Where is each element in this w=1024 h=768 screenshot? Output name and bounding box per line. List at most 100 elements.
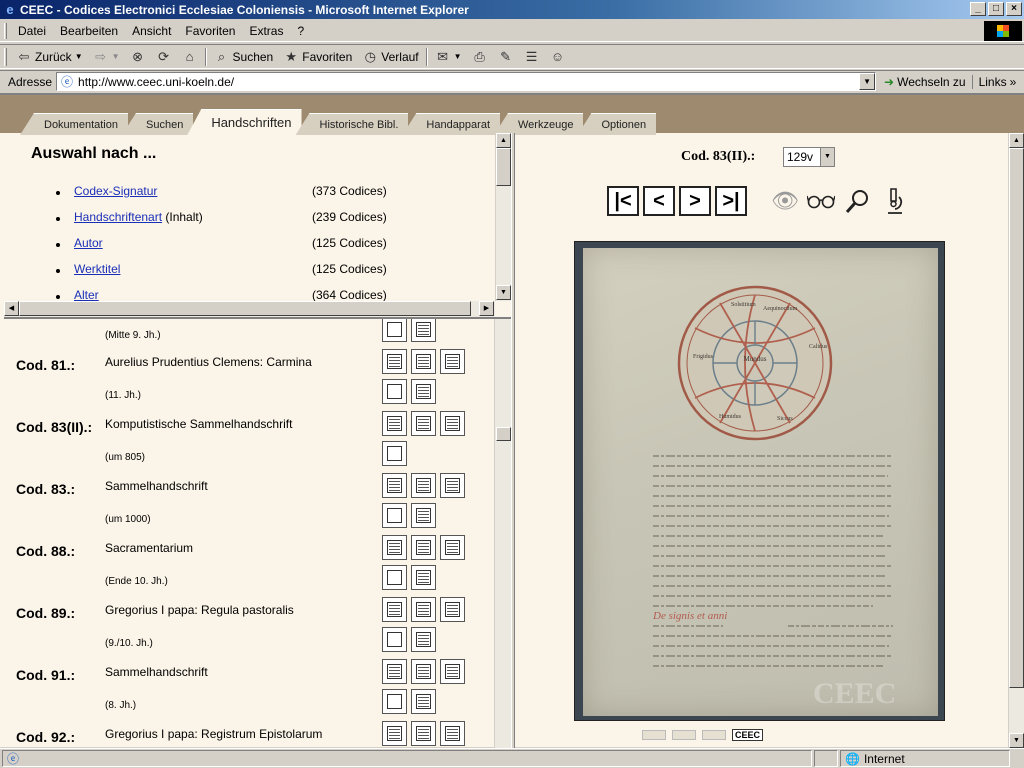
forward-dropdown-icon[interactable]: ▼ [112, 52, 120, 61]
tab-optionen[interactable]: Optionen [577, 113, 657, 135]
description-icon[interactable] [382, 689, 407, 714]
thumbnail[interactable] [702, 730, 726, 740]
transcription-icon[interactable] [411, 349, 436, 374]
messenger-button[interactable]: ☺ [545, 46, 571, 68]
transcription-icon[interactable] [411, 411, 436, 436]
tab-historische-bibl[interactable]: Historische Bibl. [295, 113, 409, 135]
transcription-icon[interactable] [411, 659, 436, 684]
refresh-button[interactable]: ⟳ [151, 46, 177, 68]
scroll-right-button[interactable]: ▶ [479, 301, 494, 316]
text-icon[interactable] [411, 627, 436, 652]
tab-suchen[interactable]: Suchen [122, 113, 194, 135]
menu-bearbeiten[interactable]: Bearbeiten [53, 22, 125, 40]
address-field[interactable]: ⓔ ▼ [56, 72, 877, 91]
next-page-button[interactable]: > [679, 186, 711, 216]
thumbnail[interactable] [672, 730, 696, 740]
transcription-icon[interactable] [411, 597, 436, 622]
scroll-thumb[interactable] [1009, 148, 1024, 688]
frame-splitter[interactable] [511, 133, 515, 749]
literature-icon[interactable] [440, 597, 465, 622]
transcription-icon[interactable] [411, 473, 436, 498]
literature-icon[interactable] [440, 535, 465, 560]
tab-dokumentation[interactable]: Dokumentation [20, 113, 128, 135]
literature-icon[interactable] [440, 411, 465, 436]
go-button[interactable]: ➜ Wechseln zu [876, 75, 972, 89]
catalog-icon[interactable] [382, 535, 407, 560]
address-dropdown-icon[interactable]: ▼ [859, 73, 876, 90]
mail-dropdown-icon[interactable]: ▼ [454, 52, 462, 61]
reading-glasses-icon[interactable] [806, 186, 836, 216]
scroll-thumb[interactable] [496, 148, 511, 186]
menu-ansicht[interactable]: Ansicht [125, 22, 178, 40]
link-alter[interactable]: Alter [74, 288, 99, 301]
menu-help[interactable]: ? [290, 22, 311, 40]
description-icon[interactable] [382, 565, 407, 590]
selection-scrollbar[interactable]: ▲ ▼ [495, 133, 511, 301]
manuscript-image[interactable]: Mundus Solstitium Aequinoctium Calidus F… [574, 241, 945, 721]
thumbnail[interactable] [642, 730, 666, 740]
link-handschriftenart[interactable]: Handschriftenart [74, 210, 162, 224]
last-page-button[interactable]: >| [715, 186, 747, 216]
catalog-icon[interactable] [382, 473, 407, 498]
tab-werkzeuge[interactable]: Werkzeuge [494, 113, 584, 135]
literature-icon[interactable] [440, 721, 465, 746]
edit-button[interactable]: ✎ [493, 46, 519, 68]
menu-favoriten[interactable]: Favoriten [178, 22, 242, 40]
forward-button[interactable]: ⇨ ▼ [88, 46, 125, 68]
codex-list-scrollbar[interactable] [494, 319, 511, 749]
literature-icon[interactable] [440, 349, 465, 374]
description-icon[interactable] [382, 503, 407, 528]
text-icon[interactable] [411, 379, 436, 404]
scroll-thumb[interactable] [496, 427, 511, 441]
link-werktitel[interactable]: Werktitel [74, 262, 120, 276]
stop-button[interactable]: ⊗ [125, 46, 151, 68]
magnifier-icon[interactable] [843, 186, 873, 216]
menu-extras[interactable]: Extras [242, 22, 290, 40]
history-button[interactable]: ◷ Verlauf [357, 46, 423, 68]
scroll-hthumb[interactable] [19, 301, 471, 316]
tab-handapparat[interactable]: Handapparat [402, 113, 500, 135]
literature-icon[interactable] [440, 473, 465, 498]
first-page-button[interactable]: |< [607, 186, 639, 216]
menu-datei[interactable]: Datei [11, 22, 53, 40]
tab-handschriften[interactable]: Handschriften [187, 109, 302, 135]
links-button[interactable]: Links » [971, 74, 1023, 89]
search-button[interactable]: ⌕ Suchen [209, 46, 279, 68]
description-icon[interactable] [382, 319, 407, 342]
back-dropdown-icon[interactable]: ▼ [75, 52, 83, 61]
catalog-icon[interactable] [382, 349, 407, 374]
back-button[interactable]: ⇦ Zurück ▼ [11, 46, 88, 68]
scroll-up-button[interactable]: ▲ [1009, 133, 1024, 148]
viewer-scrollbar[interactable]: ▲ ▼ [1008, 133, 1024, 749]
description-icon[interactable] [382, 379, 407, 404]
catalog-icon[interactable] [382, 411, 407, 436]
home-button[interactable]: ⌂ [177, 46, 203, 68]
view-eye-icon[interactable]: 👁 [770, 186, 800, 216]
discuss-button[interactable]: ☰ [519, 46, 545, 68]
catalog-icon[interactable] [382, 597, 407, 622]
scroll-left-button[interactable]: ◀ [4, 301, 19, 316]
previous-page-button[interactable]: < [643, 186, 675, 216]
catalog-icon[interactable] [382, 721, 407, 746]
favorites-button[interactable]: ★ Favoriten [278, 46, 357, 68]
text-icon[interactable] [411, 503, 436, 528]
catalog-icon[interactable] [382, 659, 407, 684]
print-button[interactable]: ⎙ [467, 46, 493, 68]
scroll-down-button[interactable]: ▼ [496, 285, 511, 300]
close-button[interactable]: × [1006, 2, 1022, 16]
address-input[interactable] [78, 74, 839, 89]
minimize-button[interactable]: _ [970, 2, 986, 16]
transcription-icon[interactable] [411, 721, 436, 746]
link-codex-signatur[interactable]: Codex-Signatur [74, 184, 157, 198]
transcription-icon[interactable] [411, 535, 436, 560]
link-autor[interactable]: Autor [74, 236, 103, 250]
description-icon[interactable] [382, 441, 407, 466]
scroll-down-button[interactable]: ▼ [1009, 733, 1024, 748]
mail-button[interactable]: ✉ ▼ [430, 46, 467, 68]
text-icon[interactable] [411, 689, 436, 714]
scroll-up-button[interactable]: ▲ [496, 133, 511, 148]
microscope-icon[interactable] [879, 186, 909, 216]
literature-icon[interactable] [440, 659, 465, 684]
selection-hscrollbar[interactable]: ◀ ▶ [4, 301, 495, 317]
folio-select[interactable]: 129v ▼ [783, 147, 835, 167]
